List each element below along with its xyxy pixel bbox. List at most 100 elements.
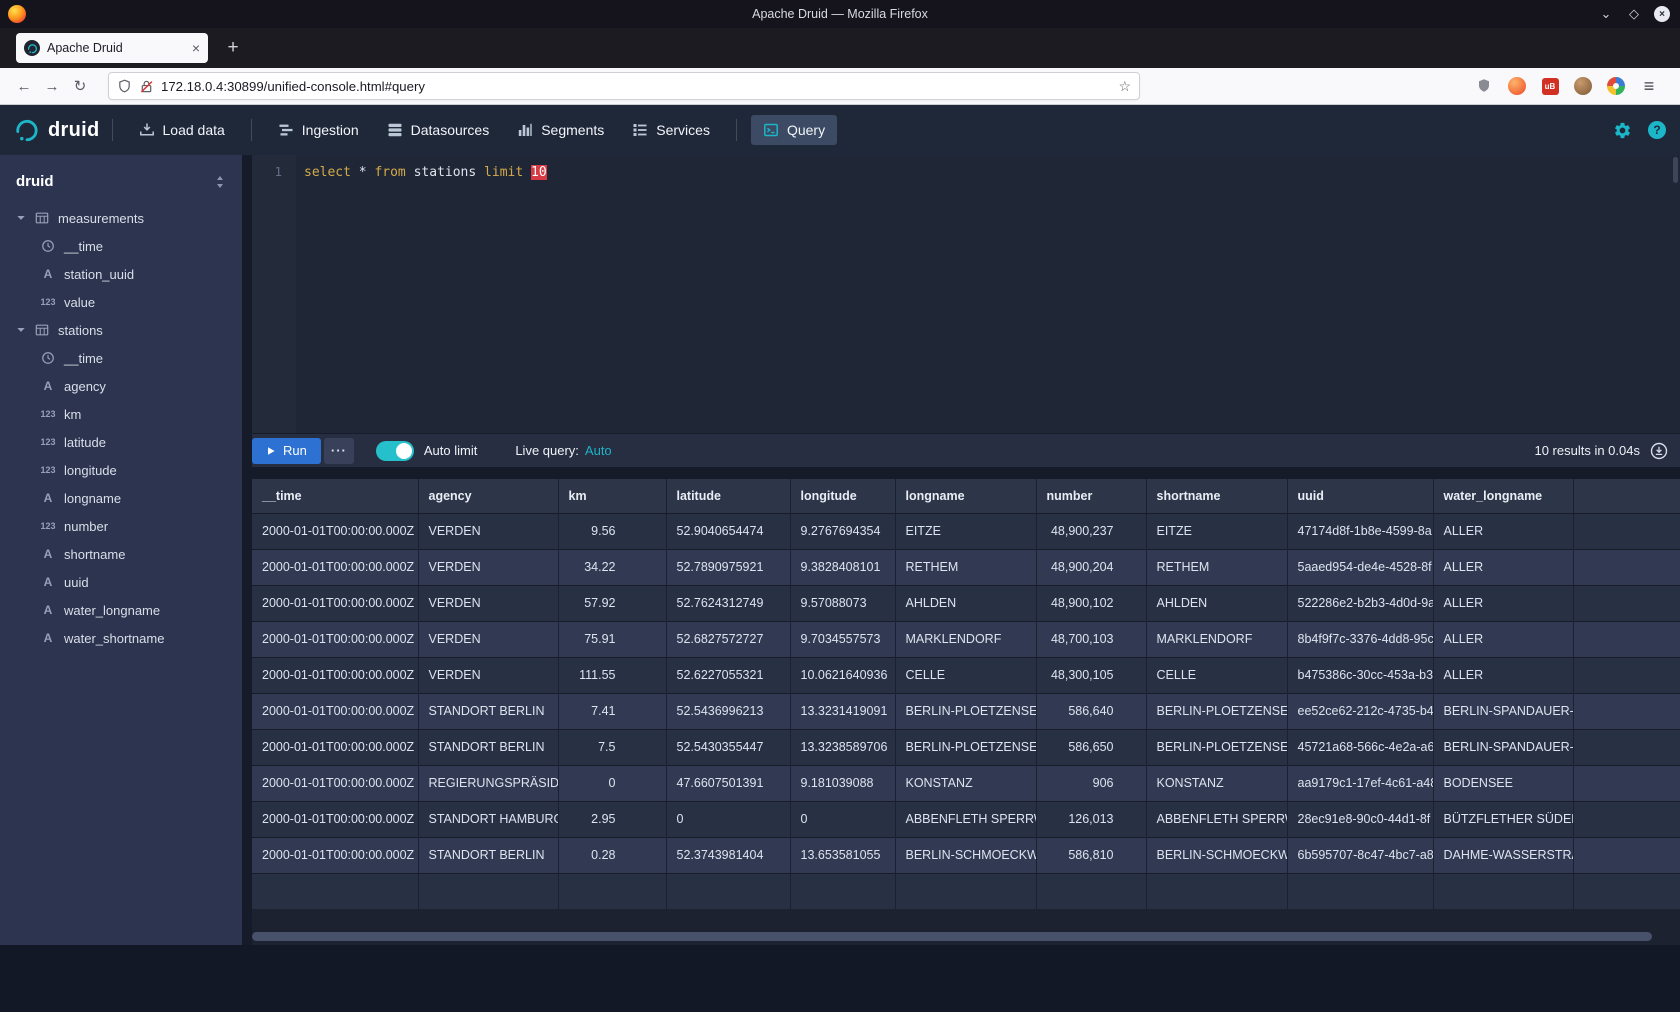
table-cell[interactable]: 13.653581055 <box>790 837 895 873</box>
table-cell[interactable]: BERLIN-SCHMOECKWITZ <box>1146 837 1287 873</box>
table-cell[interactable]: ALLER <box>1433 513 1573 549</box>
table-cell[interactable]: ee52ce62-212c-4735-b4 <box>1287 693 1433 729</box>
help-icon[interactable]: ? <box>1648 121 1666 139</box>
window-minimize-button[interactable]: ⌄ <box>1598 6 1614 22</box>
extension-shield-icon[interactable] <box>1473 75 1495 97</box>
column-header-longname[interactable]: longname <box>895 479 1036 513</box>
insecure-lock-icon[interactable] <box>139 79 154 94</box>
live-query-value[interactable]: Auto <box>585 443 612 458</box>
table-cell[interactable]: 48,900,237 <box>1036 513 1146 549</box>
sidebar-table-measurements[interactable]: measurements <box>0 204 242 232</box>
sidebar-column-uuid[interactable]: Auuid <box>0 568 242 596</box>
nav-item-load-data[interactable]: Load data <box>127 115 237 145</box>
url-bar[interactable]: 172.18.0.4:30899/unified-console.html#qu… <box>108 72 1140 100</box>
table-cell[interactable]: 0 <box>666 801 790 837</box>
table-cell[interactable]: MARKLENDORF <box>895 621 1036 657</box>
new-tab-button[interactable]: + <box>220 35 246 61</box>
table-cell[interactable]: DAHME-WASSERSTRAS <box>1433 837 1573 873</box>
table-cell[interactable]: 9.3828408101 <box>790 549 895 585</box>
table-cell[interactable]: 52.5430355447 <box>666 729 790 765</box>
table-cell[interactable]: ALLER <box>1433 621 1573 657</box>
editor-scrollbar[interactable] <box>1673 157 1678 183</box>
table-cell[interactable]: 2000-01-01T00:00:00.000Z <box>252 621 418 657</box>
table-cell[interactable]: 522286e2-b2b3-4d0d-9a <box>1287 585 1433 621</box>
table-cell[interactable]: 57.92 <box>558 585 666 621</box>
sidebar-column-longname[interactable]: Alongname <box>0 484 242 512</box>
table-cell[interactable]: 2000-01-01T00:00:00.000Z <box>252 729 418 765</box>
column-header-shortname[interactable]: shortname <box>1146 479 1287 513</box>
table-cell[interactable]: REGIERUNGSPRÄSIDIUM <box>418 765 558 801</box>
table-cell[interactable]: 586,640 <box>1036 693 1146 729</box>
table-cell[interactable]: 7.41 <box>558 693 666 729</box>
table-cell[interactable]: 5aaed954-de4e-4528-8f <box>1287 549 1433 585</box>
table-cell[interactable]: EITZE <box>1146 513 1287 549</box>
table-cell[interactable]: MARKLENDORF <box>1146 621 1287 657</box>
sidebar-column-number[interactable]: 123number <box>0 512 242 540</box>
table-cell[interactable]: RETHEM <box>1146 549 1287 585</box>
sidebar-column-station_uuid[interactable]: Astation_uuid <box>0 260 242 288</box>
run-more-button[interactable]: ··· <box>324 438 354 464</box>
table-cell[interactable]: 52.7890975921 <box>666 549 790 585</box>
sidebar-column-longitude[interactable]: 123longitude <box>0 456 242 484</box>
column-header-km[interactable]: km <box>558 479 666 513</box>
column-header-agency[interactable]: agency <box>418 479 558 513</box>
sidebar-column-shortname[interactable]: Ashortname <box>0 540 242 568</box>
bookmark-star-icon[interactable]: ☆ <box>1118 78 1131 95</box>
window-maximize-button[interactable]: ◇ <box>1626 6 1642 22</box>
forward-icon[interactable]: → <box>38 72 66 100</box>
download-icon[interactable] <box>1650 442 1668 460</box>
table-cell[interactable]: STANDORT HAMBURG <box>418 801 558 837</box>
table-cell[interactable]: STANDORT BERLIN <box>418 693 558 729</box>
table-cell[interactable]: 52.6827572727 <box>666 621 790 657</box>
table-cell[interactable]: 0.28 <box>558 837 666 873</box>
table-cell[interactable]: VERDEN <box>418 621 558 657</box>
table-cell[interactable]: BERLIN-PLOETZENSEE U <box>895 729 1036 765</box>
table-cell[interactable]: 48,900,102 <box>1036 585 1146 621</box>
reload-icon[interactable]: ↻ <box>66 72 94 100</box>
nav-item-segments[interactable]: Segments <box>505 115 616 145</box>
table-cell[interactable]: VERDEN <box>418 657 558 693</box>
table-cell[interactable]: BÜTZFLETHER SÜDERE <box>1433 801 1573 837</box>
table-cell[interactable]: 47.6607501391 <box>666 765 790 801</box>
table-cell[interactable]: 48,900,204 <box>1036 549 1146 585</box>
table-cell[interactable]: 9.56 <box>558 513 666 549</box>
sidebar-column-latitude[interactable]: 123latitude <box>0 428 242 456</box>
table-cell[interactable]: 8b4f9f7c-3376-4dd8-95c <box>1287 621 1433 657</box>
table-cell[interactable]: 47174d8f-1b8e-4599-8a <box>1287 513 1433 549</box>
query-text[interactable]: select * from stations limit 10 <box>296 155 1680 433</box>
caret-down-icon[interactable] <box>16 213 26 223</box>
table-cell[interactable]: 2000-01-01T00:00:00.000Z <box>252 585 418 621</box>
column-header-water_longname[interactable]: water_longname <box>1433 479 1573 513</box>
table-cell[interactable]: 52.9040654474 <box>666 513 790 549</box>
table-cell[interactable]: AHLDEN <box>1146 585 1287 621</box>
table-cell[interactable]: 52.5436996213 <box>666 693 790 729</box>
nav-item-datasources[interactable]: Datasources <box>375 115 502 145</box>
table-cell[interactable]: 45721a68-566c-4e2a-a6 <box>1287 729 1433 765</box>
table-cell[interactable]: 6b595707-8c47-4bc7-a8 <box>1287 837 1433 873</box>
table-cell[interactable]: RETHEM <box>895 549 1036 585</box>
table-cell[interactable]: 52.7624312749 <box>666 585 790 621</box>
table-cell[interactable]: VERDEN <box>418 513 558 549</box>
tab-close-icon[interactable]: × <box>192 41 200 55</box>
table-cell[interactable]: 2000-01-01T00:00:00.000Z <box>252 549 418 585</box>
back-icon[interactable]: ← <box>10 72 38 100</box>
window-close-button[interactable]: × <box>1654 6 1670 22</box>
table-cell[interactable]: ABBENFLETH SPERRWER <box>1146 801 1287 837</box>
extension-pinwheel-icon[interactable] <box>1605 75 1627 97</box>
table-cell[interactable]: BERLIN-SCHMOECKWITZ <box>895 837 1036 873</box>
column-header-uuid[interactable]: uuid <box>1287 479 1433 513</box>
table-cell[interactable]: 48,700,103 <box>1036 621 1146 657</box>
table-cell[interactable]: 13.3238589706 <box>790 729 895 765</box>
table-cell[interactable]: 0 <box>790 801 895 837</box>
table-cell[interactable]: 9.7034557573 <box>790 621 895 657</box>
table-cell[interactable]: BERLIN-SPANDAUER-S <box>1433 729 1573 765</box>
table-cell[interactable]: KONSTANZ <box>1146 765 1287 801</box>
sidebar-column-water_longname[interactable]: Awater_longname <box>0 596 242 624</box>
auto-limit-toggle[interactable] <box>376 441 414 461</box>
table-cell[interactable]: 48,300,105 <box>1036 657 1146 693</box>
table-cell[interactable]: 7.5 <box>558 729 666 765</box>
table-cell[interactable]: 126,013 <box>1036 801 1146 837</box>
column-header-__time[interactable]: __time <box>252 479 418 513</box>
column-header-longitude[interactable]: longitude <box>790 479 895 513</box>
menu-icon[interactable]: ≡ <box>1638 75 1660 97</box>
